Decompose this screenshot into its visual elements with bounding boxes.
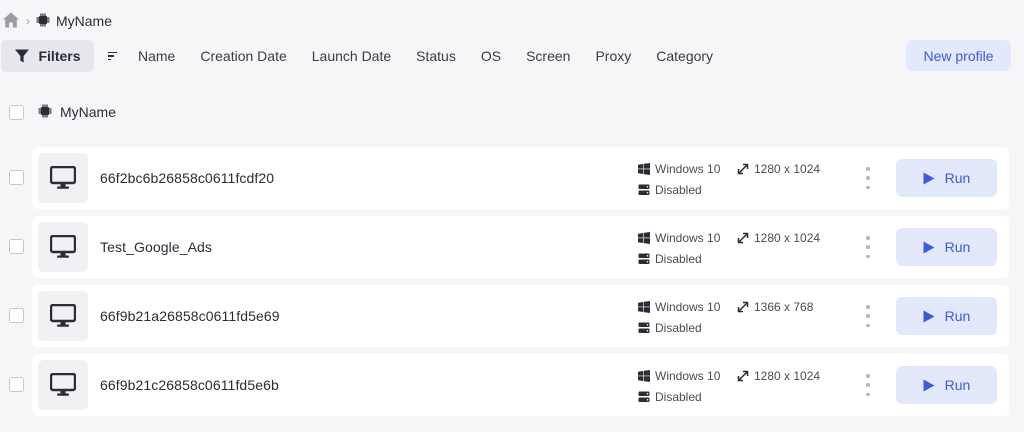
profile-meta: Windows 10 Disabled: [638, 367, 720, 405]
select-all-checkbox[interactable]: [9, 104, 24, 120]
play-icon: [923, 310, 935, 322]
more-options-icon[interactable]: [865, 374, 871, 396]
run-label: Run: [944, 308, 971, 324]
server-icon: [638, 322, 650, 333]
more-options-icon[interactable]: [865, 167, 871, 189]
profile-meta: Windows 10 Disabled: [638, 229, 720, 267]
table-row: Test_Google_Ads Windows 10 Disabled 1280…: [0, 216, 1010, 278]
group-header: MyName: [9, 103, 116, 121]
profile-os: Windows 10: [655, 230, 721, 245]
expand-icon: [737, 232, 749, 243]
run-button[interactable]: Run: [896, 366, 997, 404]
windows-icon: [638, 300, 650, 313]
profile-card[interactable]: Test_Google_Ads Windows 10 Disabled 1280…: [32, 216, 1009, 278]
run-label: Run: [944, 377, 971, 393]
profile-card[interactable]: 66f9b21c26858c0611fd5e6b Windows 10 Disa…: [32, 354, 1009, 416]
server-icon: [638, 184, 650, 195]
breadcrumb-current[interactable]: MyName: [56, 13, 112, 29]
monitor-icon: [38, 222, 88, 272]
windows-icon: [638, 231, 650, 244]
server-icon: [638, 391, 650, 402]
profile-screen: 1366 x 768: [737, 298, 813, 315]
server-icon: [638, 253, 650, 264]
profile-proxy: Disabled: [655, 320, 702, 335]
profile-name[interactable]: 66f9b21a26858c0611fd5e69: [100, 308, 280, 324]
play-icon: [923, 241, 935, 253]
chip-icon: [38, 104, 52, 121]
profile-screen: 1280 x 1024: [737, 367, 820, 384]
chevron-right-icon: ›: [26, 14, 30, 28]
expand-icon: [737, 370, 749, 381]
row-checkbox[interactable]: [9, 377, 24, 392]
profile-resolution: 1280 x 1024: [754, 368, 821, 383]
row-checkbox[interactable]: [9, 170, 24, 185]
profile-name[interactable]: 66f2bc6b26858c0611fcdf20: [100, 170, 274, 186]
profile-proxy: Disabled: [655, 251, 702, 266]
monitor-icon: [38, 360, 88, 410]
run-button[interactable]: Run: [896, 159, 997, 197]
more-options-icon[interactable]: [865, 305, 871, 327]
filter-icon: [15, 49, 30, 63]
profile-resolution: 1280 x 1024: [754, 230, 821, 245]
profile-proxy: Disabled: [655, 389, 702, 404]
table-row: 66f2bc6b26858c0611fcdf20 Windows 10 Disa…: [0, 147, 1010, 209]
run-button[interactable]: Run: [896, 297, 997, 335]
home-icon[interactable]: [2, 11, 20, 32]
filters-label: Filters: [38, 48, 81, 64]
run-label: Run: [944, 170, 971, 186]
profile-screen: 1280 x 1024: [737, 160, 820, 177]
toolbar: Filters Name Creation Date Launch Date S…: [1, 40, 1011, 72]
column-os[interactable]: OS: [481, 48, 501, 64]
profile-meta: Windows 10 Disabled: [638, 160, 720, 198]
column-list: Name Creation Date Launch Date Status OS…: [138, 48, 738, 64]
monitor-icon: [38, 291, 88, 341]
windows-icon: [638, 162, 650, 175]
chip-icon: [36, 13, 50, 30]
profile-proxy: Disabled: [655, 182, 702, 197]
play-icon: [923, 172, 935, 184]
group-name: MyName: [60, 104, 117, 120]
breadcrumb: › MyName: [2, 10, 112, 32]
table-row: 66f9b21c26858c0611fd5e6b Windows 10 Disa…: [0, 354, 1010, 416]
more-options-icon[interactable]: [865, 236, 871, 258]
expand-icon: [737, 301, 749, 312]
profile-os: Windows 10: [655, 299, 721, 314]
column-creation-date[interactable]: Creation Date: [200, 48, 286, 64]
column-screen[interactable]: Screen: [526, 48, 570, 64]
column-category[interactable]: Category: [656, 48, 713, 64]
column-name[interactable]: Name: [138, 48, 175, 64]
profile-meta: Windows 10 Disabled: [638, 298, 720, 336]
sort-icon[interactable]: [108, 49, 120, 63]
column-launch-date[interactable]: Launch Date: [312, 48, 391, 64]
profile-resolution: 1280 x 1024: [754, 161, 821, 176]
profile-os: Windows 10: [655, 161, 721, 176]
row-checkbox[interactable]: [9, 239, 24, 254]
column-proxy[interactable]: Proxy: [595, 48, 631, 64]
new-profile-button[interactable]: New profile: [906, 40, 1011, 71]
row-checkbox[interactable]: [9, 308, 24, 323]
column-status[interactable]: Status: [416, 48, 456, 64]
run-label: Run: [944, 239, 971, 255]
profile-os: Windows 10: [655, 368, 721, 383]
expand-icon: [737, 163, 749, 174]
run-button[interactable]: Run: [896, 228, 997, 266]
filters-button[interactable]: Filters: [1, 40, 94, 72]
profile-resolution: 1366 x 768: [754, 299, 814, 314]
profile-name[interactable]: Test_Google_Ads: [100, 239, 212, 255]
monitor-icon: [38, 153, 88, 203]
profile-card[interactable]: 66f2bc6b26858c0611fcdf20 Windows 10 Disa…: [32, 147, 1009, 209]
table-row: 66f9b21a26858c0611fd5e69 Windows 10 Disa…: [0, 285, 1010, 347]
windows-icon: [638, 369, 650, 382]
profile-name[interactable]: 66f9b21c26858c0611fd5e6b: [100, 377, 279, 393]
profile-screen: 1280 x 1024: [737, 229, 820, 246]
play-icon: [923, 379, 935, 391]
profile-card[interactable]: 66f9b21a26858c0611fd5e69 Windows 10 Disa…: [32, 285, 1009, 347]
